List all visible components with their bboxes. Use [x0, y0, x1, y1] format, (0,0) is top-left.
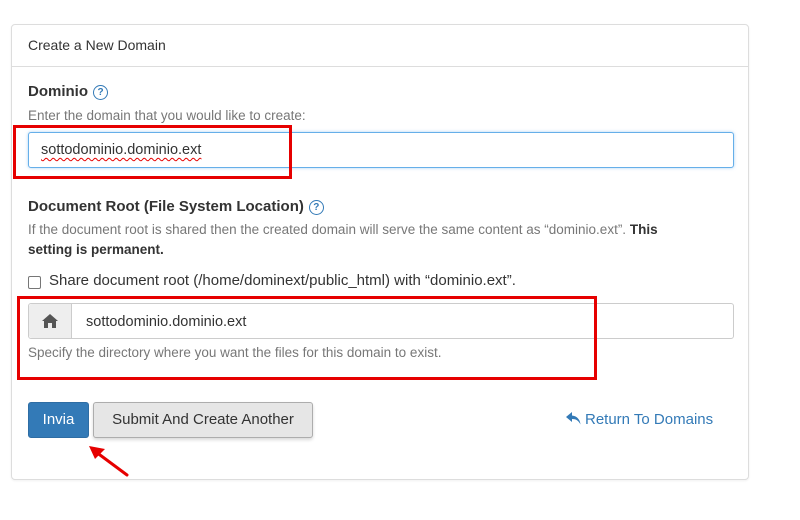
document-root-description-line2: setting is permanent. [28, 242, 164, 257]
share-document-root-checkbox[interactable] [28, 276, 41, 289]
return-to-domains-link[interactable]: Return To Domains [566, 411, 713, 428]
share-document-root-label[interactable]: Share document root (/home/dominext/publ… [49, 272, 516, 289]
panel-title: Create a New Domain [28, 37, 166, 53]
home-addon [29, 304, 72, 338]
document-root-description-line1: If the document root is shared then the … [28, 222, 658, 237]
submit-and-create-another-button[interactable]: Submit And Create Another [93, 402, 313, 438]
domain-label: Dominio? [28, 83, 108, 100]
domain-input-value: sottodominio.dominio.ext [41, 142, 202, 158]
document-root-help-icon[interactable]: ? [308, 200, 324, 215]
document-root-input[interactable]: sottodominio.dominio.ext [86, 304, 246, 340]
panel-heading: Create a New Domain [12, 25, 748, 67]
document-root-label: Document Root (File System Location)? [28, 198, 324, 215]
submit-button[interactable]: Invia [28, 402, 89, 438]
home-icon [42, 314, 58, 328]
reply-arrow-icon [566, 412, 581, 425]
domain-help-icon[interactable]: ? [93, 85, 108, 100]
document-root-input-group: sottodominio.dominio.ext [28, 303, 734, 339]
annotation-arrow-icon [89, 446, 129, 477]
document-root-help-text: Specify the directory where you want the… [28, 345, 442, 360]
domain-input[interactable]: sottodominio.dominio.ext [28, 132, 734, 168]
domain-description: Enter the domain that you would like to … [28, 108, 306, 123]
